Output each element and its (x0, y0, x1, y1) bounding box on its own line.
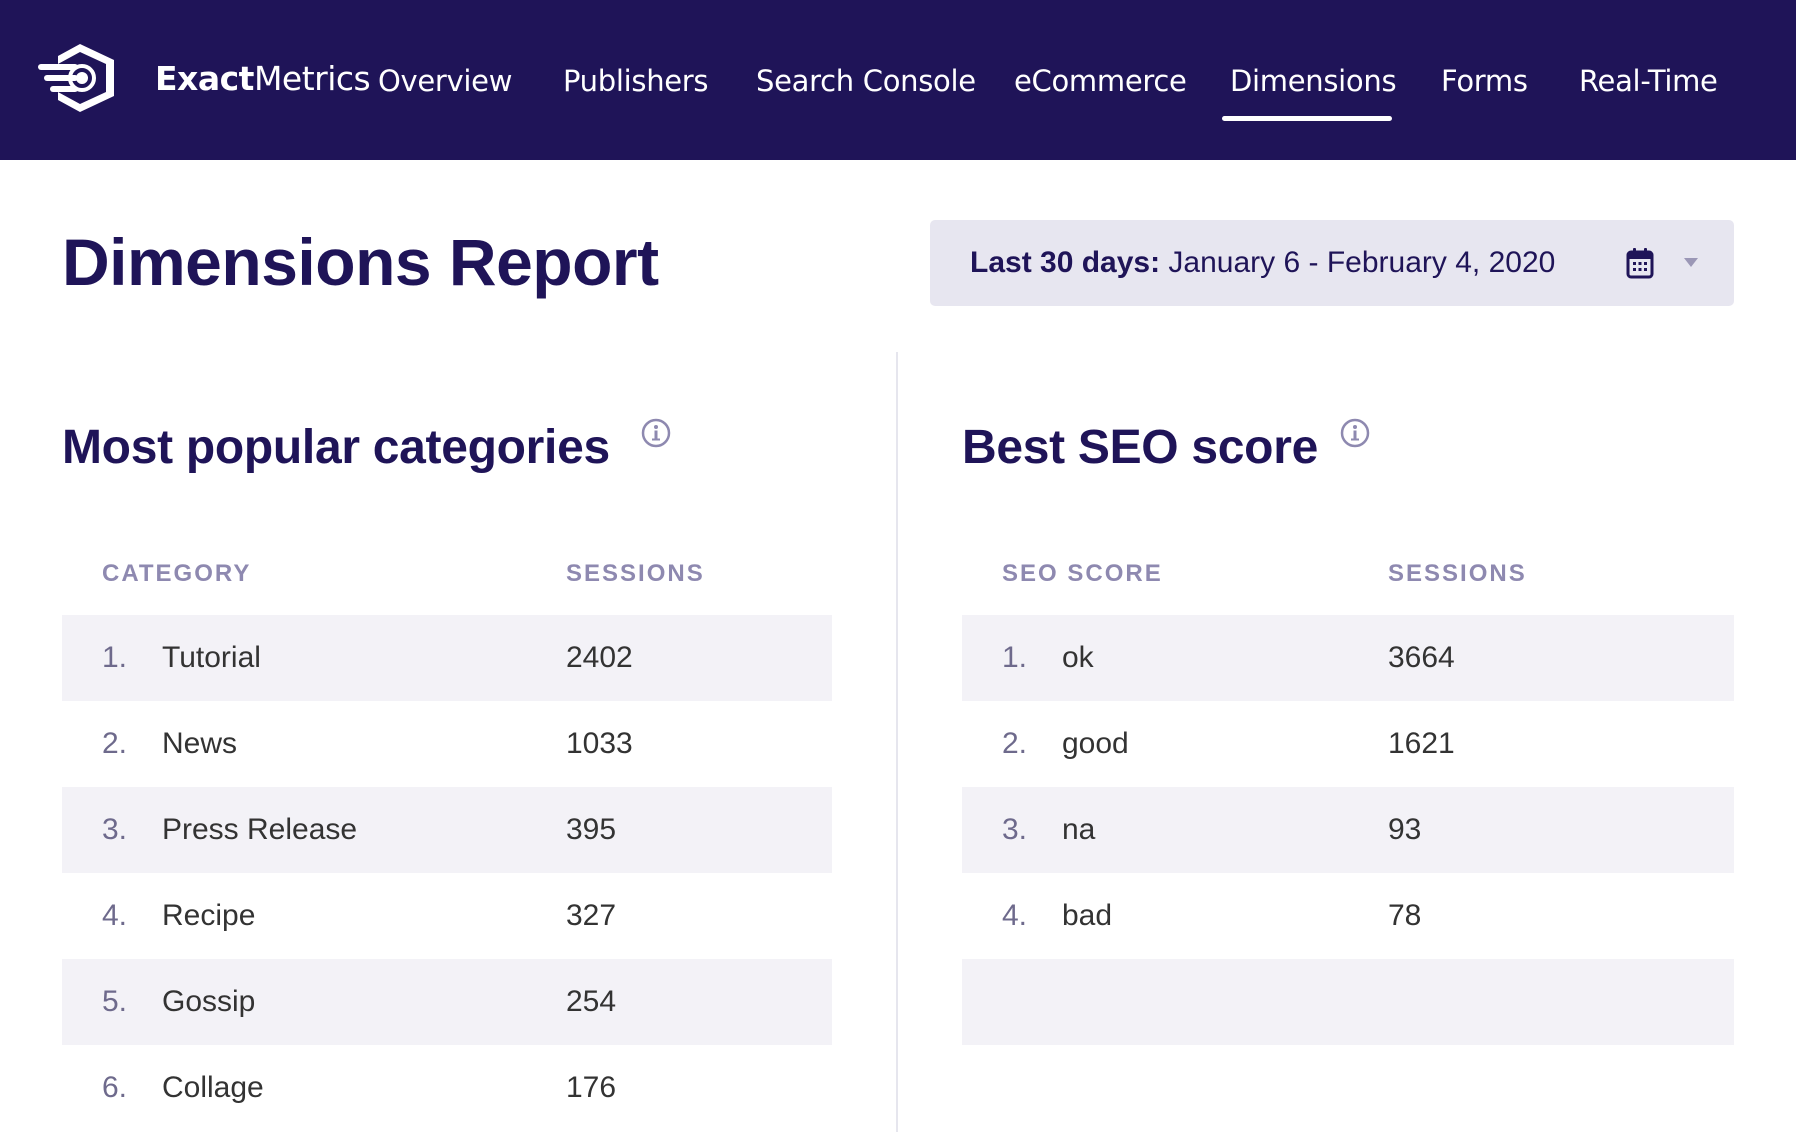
table-row: 5. Gossip 254 (62, 959, 832, 1045)
row-sessions: 2402 (566, 641, 633, 674)
row-seo-score: na (1062, 813, 1096, 846)
category-column-header: CATEGORY (102, 560, 252, 587)
seo-table: 1. ok 3664 2. good 1621 3. na 93 4. bad … (962, 615, 1734, 1045)
row-rank: 1. (102, 641, 128, 674)
row-category: Gossip (162, 985, 256, 1018)
table-row: 3. Press Release 395 (62, 787, 832, 873)
active-tab-indicator (1222, 116, 1392, 121)
seo-title: Best SEO score (962, 421, 1318, 474)
categories-title: Most popular categories (62, 421, 610, 474)
date-range-picker[interactable]: Last 30 days: January 6 - February 4, 20… (930, 220, 1734, 306)
nav-ecommerce[interactable]: eCommerce (1014, 60, 1187, 102)
table-row: 2. good 1621 (962, 701, 1734, 787)
row-sessions: 1621 (1388, 727, 1455, 760)
table-row: 4. Recipe 327 (62, 873, 832, 959)
row-seo-score: ok (1062, 641, 1094, 674)
column-divider (896, 352, 898, 1132)
row-rank: 3. (102, 813, 128, 846)
nav-publishers[interactable]: Publishers (563, 60, 709, 102)
exactmetrics-logo-icon[interactable] (36, 40, 128, 116)
row-rank: 2. (1002, 727, 1028, 760)
row-rank: 2. (102, 727, 128, 760)
nav-real-time[interactable]: Real-Time (1579, 60, 1718, 102)
row-seo-score: good (1062, 727, 1129, 760)
caret-down-icon[interactable] (1684, 258, 1698, 267)
table-row: 3. na 93 (962, 787, 1734, 873)
row-sessions: 1033 (566, 727, 633, 760)
table-row-empty (962, 959, 1734, 1045)
nav-dimensions[interactable]: Dimensions (1230, 60, 1397, 102)
row-sessions: 176 (566, 1071, 617, 1104)
sessions-column-header: SESSIONS (1388, 560, 1527, 587)
calendar-icon[interactable] (1626, 247, 1654, 279)
row-sessions: 3664 (1388, 641, 1455, 674)
table-row: 1. Tutorial 2402 (62, 615, 832, 701)
brand-name[interactable]: ExactMetrics (155, 57, 371, 101)
row-sessions: 327 (566, 899, 617, 932)
row-rank: 5. (102, 985, 128, 1018)
info-icon[interactable] (641, 418, 671, 448)
row-sessions: 93 (1388, 813, 1422, 846)
row-sessions: 395 (566, 813, 617, 846)
nav-overview[interactable]: Overview (378, 60, 512, 102)
row-rank: 1. (1002, 641, 1028, 674)
brand-bold: Exact (155, 59, 254, 98)
row-rank: 6. (102, 1071, 128, 1104)
row-category: News (162, 727, 238, 760)
nav-search-console[interactable]: Search Console (756, 60, 976, 102)
brand-light: Metrics (253, 59, 371, 98)
row-rank: 4. (102, 899, 128, 932)
row-rank: 3. (1002, 813, 1028, 846)
row-seo-score: bad (1062, 899, 1113, 932)
page-title: Dimensions Report (62, 225, 659, 299)
row-category: Recipe (162, 899, 256, 932)
info-icon[interactable] (1340, 418, 1370, 448)
categories-table: 1. Tutorial 2402 2. News 1033 3. Press R… (62, 615, 832, 1131)
row-category: Tutorial (162, 641, 261, 674)
table-row: 4. bad 78 (962, 873, 1734, 959)
row-sessions: 78 (1388, 899, 1422, 932)
table-row: 6. Collage 176 (62, 1045, 832, 1131)
top-nav-bar: ExactMetrics Overview Publishers Search … (0, 0, 1796, 160)
row-sessions: 254 (566, 985, 617, 1018)
sessions-column-header: SESSIONS (566, 560, 705, 587)
table-row: 1. ok 3664 (962, 615, 1734, 701)
row-rank: 4. (1002, 899, 1028, 932)
date-range-text: Last 30 days: January 6 - February 4, 20… (970, 244, 1555, 282)
row-category: Collage (162, 1071, 264, 1104)
seo-score-column-header: SEO SCORE (1002, 560, 1163, 587)
table-row: 2. News 1033 (62, 701, 832, 787)
nav-forms[interactable]: Forms (1441, 60, 1528, 102)
date-range-prefix: Last 30 days: (970, 246, 1161, 279)
row-category: Press Release (162, 813, 358, 846)
date-range-value: January 6 - February 4, 2020 (1160, 246, 1556, 279)
